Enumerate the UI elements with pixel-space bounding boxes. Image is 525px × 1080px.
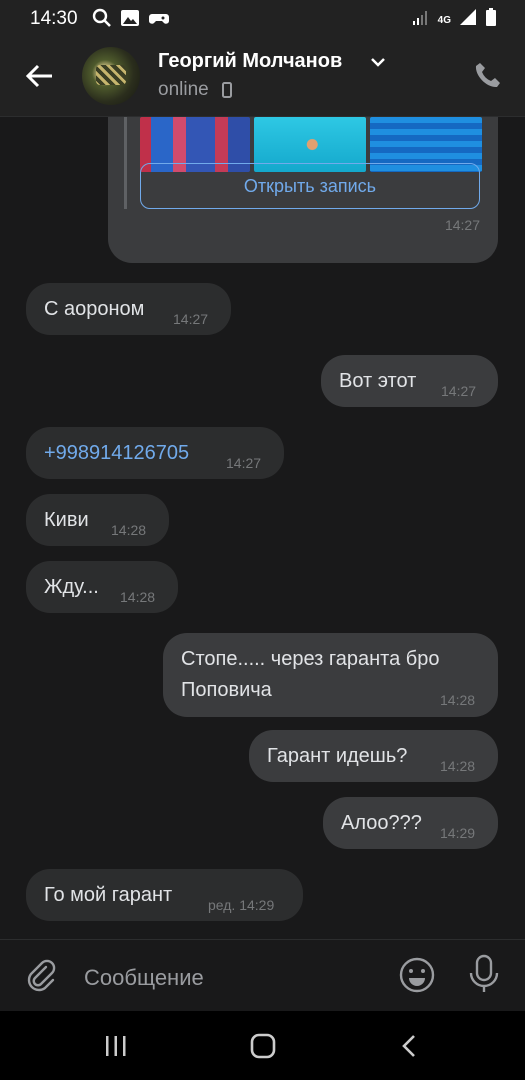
message-time: 14:28 (120, 589, 156, 605)
back-arrow-icon[interactable] (22, 58, 58, 94)
message-text: Поповича (181, 679, 272, 701)
contact-status: online (158, 79, 209, 100)
message-bubble[interactable]: Го мой гарант ред. 14:29 (26, 869, 303, 921)
message-time: 14:28 (111, 522, 147, 538)
message-text: Го мой гарант (44, 884, 173, 906)
status-time: 14:30 (30, 8, 78, 29)
message-composer (0, 939, 525, 1012)
recent-apps-icon[interactable] (104, 1035, 128, 1057)
message-time: 14:29 (440, 825, 476, 841)
message-text: Стопе..... через гаранта бро (181, 648, 440, 670)
message-text: Киви (44, 509, 89, 531)
message-time: 14:28 (440, 758, 476, 774)
battery-icon (486, 8, 496, 26)
message-text: Алоо??? (341, 812, 422, 834)
chat-header: Георгий Молчанов online (0, 36, 525, 117)
phone-call-icon[interactable] (473, 60, 503, 90)
search-icon (92, 8, 111, 27)
paperclip-icon[interactable] (24, 958, 58, 992)
message-time: 14:27 (226, 455, 262, 471)
avatar[interactable] (82, 47, 140, 105)
message-bubble[interactable]: Стопе..... через гаранта бро Поповича 14… (163, 633, 498, 717)
message-input[interactable] (82, 960, 386, 996)
system-navigation-bar (0, 1011, 525, 1080)
message-time: 14:27 (173, 311, 209, 327)
message-time: 14:27 (441, 383, 477, 399)
phone-number-link[interactable]: +998914126705 (44, 442, 189, 465)
wifi-signal-icon (412, 11, 427, 25)
contact-name[interactable]: Георгий Молчанов (158, 50, 342, 73)
mobile-device-icon (222, 82, 232, 98)
post-quote-bar (124, 117, 127, 209)
gallery-icon (121, 10, 139, 26)
cell-signal-icon (460, 9, 476, 25)
message-bubble[interactable]: Жду... 14:28 (26, 561, 178, 613)
message-text: Жду... (44, 576, 99, 598)
network-type: 4G (437, 15, 451, 26)
message-bubble[interactable]: С аороном 14:27 (26, 283, 231, 335)
message-bubble[interactable]: Алоо??? 14:29 (323, 797, 498, 849)
message-text: С аороном (44, 298, 145, 320)
game-icon (149, 14, 169, 24)
message-bubble[interactable]: Гарант идешь? 14:28 (249, 730, 498, 782)
message-text: Вот этот (339, 370, 417, 392)
message-list[interactable]: Открыть запись 14:27 С аороном 14:27 Вот… (0, 117, 525, 939)
message-time: 14:28 (440, 692, 476, 708)
message-time: ред. 14:29 (208, 897, 275, 913)
status-bar: 14:30 4G (0, 0, 525, 36)
shared-post-card[interactable]: Открыть запись 14:27 (108, 117, 498, 263)
message-bubble[interactable]: Киви 14:28 (26, 494, 169, 546)
open-post-button[interactable]: Открыть запись (140, 163, 480, 209)
message-text: Гарант идешь? (267, 745, 408, 767)
message-bubble[interactable]: +998914126705 14:27 (26, 427, 284, 479)
message-time: 14:27 (444, 217, 480, 233)
system-back-icon[interactable] (398, 1033, 422, 1059)
microphone-icon[interactable] (466, 954, 502, 994)
chevron-down-icon[interactable] (370, 56, 386, 68)
emoji-icon[interactable] (398, 956, 436, 994)
home-icon[interactable] (250, 1033, 276, 1059)
message-bubble[interactable]: Вот этот 14:27 (321, 355, 498, 407)
